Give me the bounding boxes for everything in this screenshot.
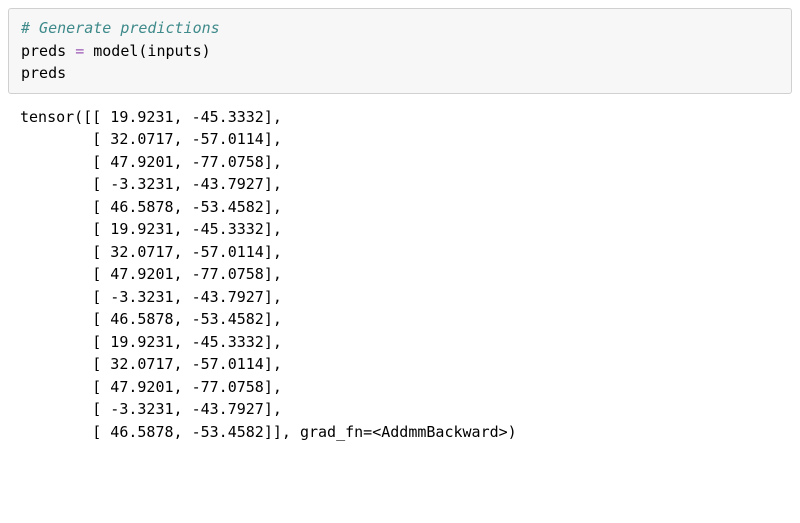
- code-line-2-right: model(inputs): [84, 42, 210, 60]
- code-comment: # Generate predictions: [21, 19, 220, 37]
- code-line-3: preds: [21, 64, 66, 82]
- code-line-2-left: preds: [21, 42, 75, 60]
- assign-operator: =: [75, 42, 84, 60]
- code-output: tensor([[ 19.9231, -45.3332], [ 32.0717,…: [8, 106, 792, 444]
- code-input-cell: # Generate predictions preds = model(inp…: [8, 8, 792, 94]
